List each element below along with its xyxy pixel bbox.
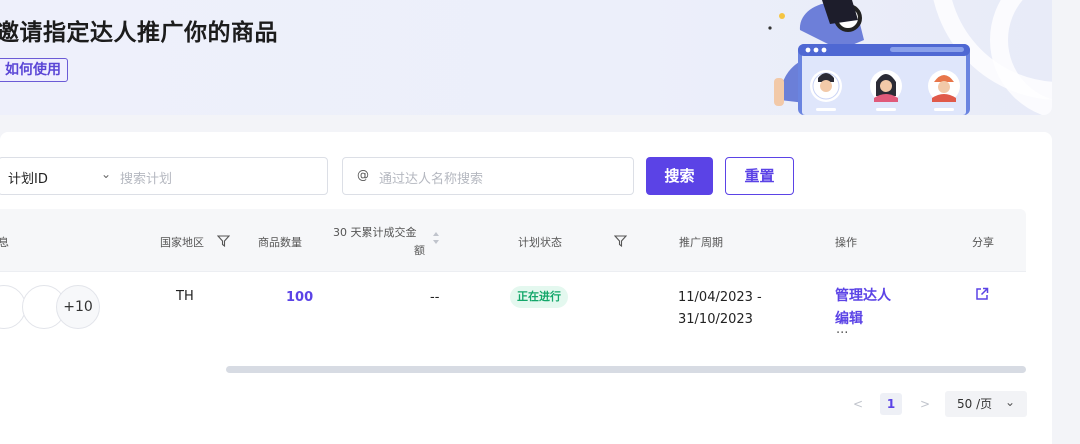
reset-button[interactable]: 重置 bbox=[725, 157, 794, 195]
col-header-share: 分享 bbox=[972, 236, 994, 249]
sort-icon[interactable] bbox=[432, 230, 440, 246]
search-field-select[interactable]: 计划ID bbox=[8, 168, 48, 187]
col-header-info: 息 bbox=[0, 236, 9, 249]
status-badge: 正在进行 bbox=[510, 286, 568, 308]
creator-search-input[interactable]: 通过达人名称搜索 bbox=[379, 168, 483, 187]
table-header bbox=[0, 209, 1026, 272]
banner-decoration bbox=[990, 0, 1052, 115]
prev-page-button[interactable]: < bbox=[853, 397, 863, 411]
share-icon[interactable] bbox=[975, 287, 989, 301]
plan-search-input[interactable]: 搜索计划 bbox=[120, 168, 172, 187]
banner-title: 邀请指定达人推广你的商品 bbox=[0, 20, 278, 46]
creator-search-group[interactable]: @ 通过达人名称搜索 bbox=[342, 157, 634, 195]
manage-creators-link[interactable]: 管理达人 bbox=[835, 285, 891, 305]
page-1-button[interactable]: 1 bbox=[880, 393, 902, 415]
chevron-down-icon[interactable]: ⌄ bbox=[101, 167, 111, 181]
col-header-period: 推广周期 bbox=[679, 236, 723, 249]
horizontal-scrollbar[interactable] bbox=[226, 366, 1026, 373]
plan-search-group: 计划ID ⌄ 搜索计划 bbox=[0, 157, 328, 195]
col-header-product-count: 商品数量 bbox=[258, 236, 302, 249]
filter-icon[interactable] bbox=[614, 234, 627, 247]
cell-product-count[interactable]: 100 bbox=[286, 290, 313, 305]
page-size-select[interactable]: 50 /页 ⌄ bbox=[945, 391, 1027, 417]
edit-link[interactable]: 编辑 bbox=[835, 308, 863, 328]
col-header-gmv[interactable]: 30 天累计成交金 bbox=[333, 224, 417, 240]
hero-banner: 邀请指定达人推广你的商品 如何使用 bbox=[0, 0, 1052, 115]
cell-period-end: 31/10/2023 bbox=[678, 312, 753, 327]
at-icon: @ bbox=[357, 168, 369, 182]
how-to-use-button[interactable]: 如何使用 bbox=[0, 58, 68, 82]
more-actions-button[interactable]: ··· bbox=[836, 326, 848, 341]
col-header-status: 计划状态 bbox=[518, 236, 562, 249]
banner-illustration bbox=[768, 0, 970, 115]
cell-gmv: -- bbox=[430, 290, 440, 305]
col-header-region: 国家地区 bbox=[160, 236, 204, 249]
col-header-gmv-cont: 额 bbox=[414, 244, 425, 257]
search-button[interactable]: 搜索 bbox=[646, 157, 713, 195]
cell-period-start: 11/04/2023 - bbox=[678, 290, 762, 305]
cell-region: TH bbox=[176, 289, 194, 304]
chevron-down-icon: ⌄ bbox=[1005, 395, 1016, 409]
next-page-button[interactable]: > bbox=[920, 397, 930, 411]
filter-icon[interactable] bbox=[217, 234, 230, 247]
more-creators-badge[interactable]: +10 bbox=[56, 285, 100, 329]
page-size-label: 50 /页 bbox=[957, 397, 993, 411]
col-header-action: 操作 bbox=[835, 236, 857, 249]
